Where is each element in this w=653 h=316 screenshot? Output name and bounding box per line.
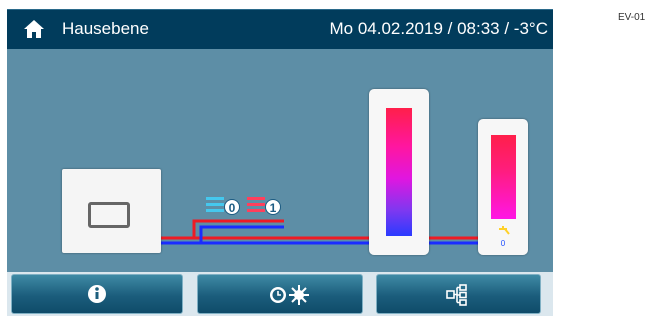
radiator-icon xyxy=(247,197,265,212)
circuit-supply-branch xyxy=(192,219,284,238)
info-button[interactable] xyxy=(11,274,183,314)
heating-circuit-0[interactable]: 0 xyxy=(206,195,240,217)
heating-circuit-value: 1 xyxy=(265,199,281,215)
radiator-icon xyxy=(206,197,224,212)
buffer-tank[interactable] xyxy=(369,89,429,255)
heating-circuit-1[interactable]: 1 xyxy=(247,195,281,217)
heating-circuit-value: 0 xyxy=(224,199,240,215)
circuit-return-branch xyxy=(199,225,284,243)
boiler-door xyxy=(88,202,130,228)
time-program-button[interactable] xyxy=(197,274,363,314)
system-overview-button[interactable] xyxy=(376,274,541,314)
hot-water-temperature-gauge xyxy=(491,135,516,219)
hot-water-tank[interactable]: 0 xyxy=(478,119,528,255)
tap-icon xyxy=(499,226,510,235)
time-program-icon xyxy=(251,285,309,305)
hot-water-value: 0 xyxy=(500,239,506,248)
info-icon xyxy=(88,285,106,303)
main-panel: Hausebene Mo 04.02.2019 / 08:33 / -3°C 0… xyxy=(7,9,553,316)
device-label: EV-01 xyxy=(618,12,646,23)
pipe-network xyxy=(161,219,478,245)
boiler[interactable] xyxy=(62,169,161,253)
system-overview-icon xyxy=(446,284,467,306)
buffer-temperature-gauge xyxy=(386,108,412,236)
footer-bar xyxy=(7,272,553,316)
